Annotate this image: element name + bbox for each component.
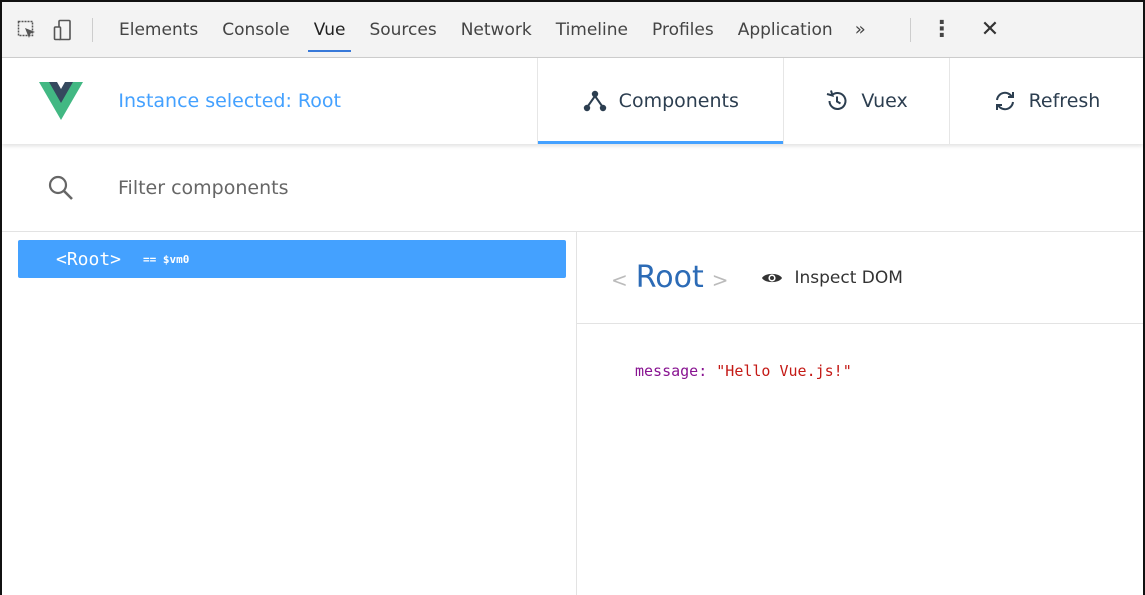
property-key: message: xyxy=(635,362,708,380)
more-tabs-button[interactable]: » xyxy=(855,19,866,40)
open-bracket: < xyxy=(611,268,628,292)
data-property-row: message: "Hello Vue.js!" xyxy=(635,362,1143,380)
component-inspector: < Root > Inspect DOM message: "Hello Vue… xyxy=(577,232,1143,595)
tab-vue[interactable]: Vue xyxy=(302,2,358,58)
component-tree: <Root> == $vm0 xyxy=(2,232,576,595)
tab-console[interactable]: Console xyxy=(210,2,302,58)
instance-selected-label: Instance selected: Root xyxy=(118,90,341,112)
device-toolbar-icon[interactable] xyxy=(52,19,74,41)
devtools-toolbar: Elements Console Vue Sources Network Tim… xyxy=(2,2,1143,58)
inspect-dom-button[interactable]: Inspect DOM xyxy=(761,268,903,288)
tab-elements[interactable]: Elements xyxy=(107,2,210,58)
vue-devtools-header: Instance selected: Root Components Vuex xyxy=(2,58,1143,144)
toolbar-divider xyxy=(92,17,93,42)
vuex-tab-button[interactable]: Vuex xyxy=(783,58,949,144)
refresh-label: Refresh xyxy=(1028,90,1101,112)
inspect-dom-label: Inspect DOM xyxy=(794,267,903,288)
filter-components-input[interactable] xyxy=(118,176,718,199)
customize-menu-button[interactable]: ⋮ xyxy=(931,18,953,41)
component-name: Root xyxy=(635,260,704,295)
tab-application[interactable]: Application xyxy=(726,2,845,58)
tree-item-root[interactable]: <Root> == $vm0 xyxy=(18,240,566,278)
filter-bar xyxy=(2,144,1143,232)
search-icon xyxy=(46,173,76,203)
vm-reference-label: == $vm0 xyxy=(143,252,190,266)
close-bracket: > xyxy=(711,268,729,292)
eye-icon xyxy=(761,271,783,285)
refresh-button[interactable]: Refresh xyxy=(948,58,1143,144)
tab-network[interactable]: Network xyxy=(449,2,544,58)
tab-sources[interactable]: Sources xyxy=(357,2,448,58)
vuex-label: Vuex xyxy=(861,90,908,112)
inspect-element-icon[interactable] xyxy=(16,19,38,41)
components-label: Components xyxy=(618,90,739,112)
components-tree-icon xyxy=(583,90,607,112)
inspected-component-name: < Root > xyxy=(611,260,729,295)
components-tab-button[interactable]: Components xyxy=(537,58,783,144)
tab-timeline[interactable]: Timeline xyxy=(544,2,640,58)
history-icon xyxy=(825,89,849,113)
component-tag: <Root> xyxy=(56,248,122,270)
property-value[interactable]: "Hello Vue.js!" xyxy=(716,362,851,380)
tab-profiles[interactable]: Profiles xyxy=(640,2,726,58)
vue-logo xyxy=(30,58,92,144)
inspector-header: < Root > Inspect DOM xyxy=(577,232,1143,324)
refresh-icon xyxy=(993,90,1017,112)
toolbar-divider xyxy=(909,17,911,42)
devtools-tabs: Elements Console Vue Sources Network Tim… xyxy=(107,2,845,58)
close-devtools-button[interactable]: ✕ xyxy=(981,17,999,42)
